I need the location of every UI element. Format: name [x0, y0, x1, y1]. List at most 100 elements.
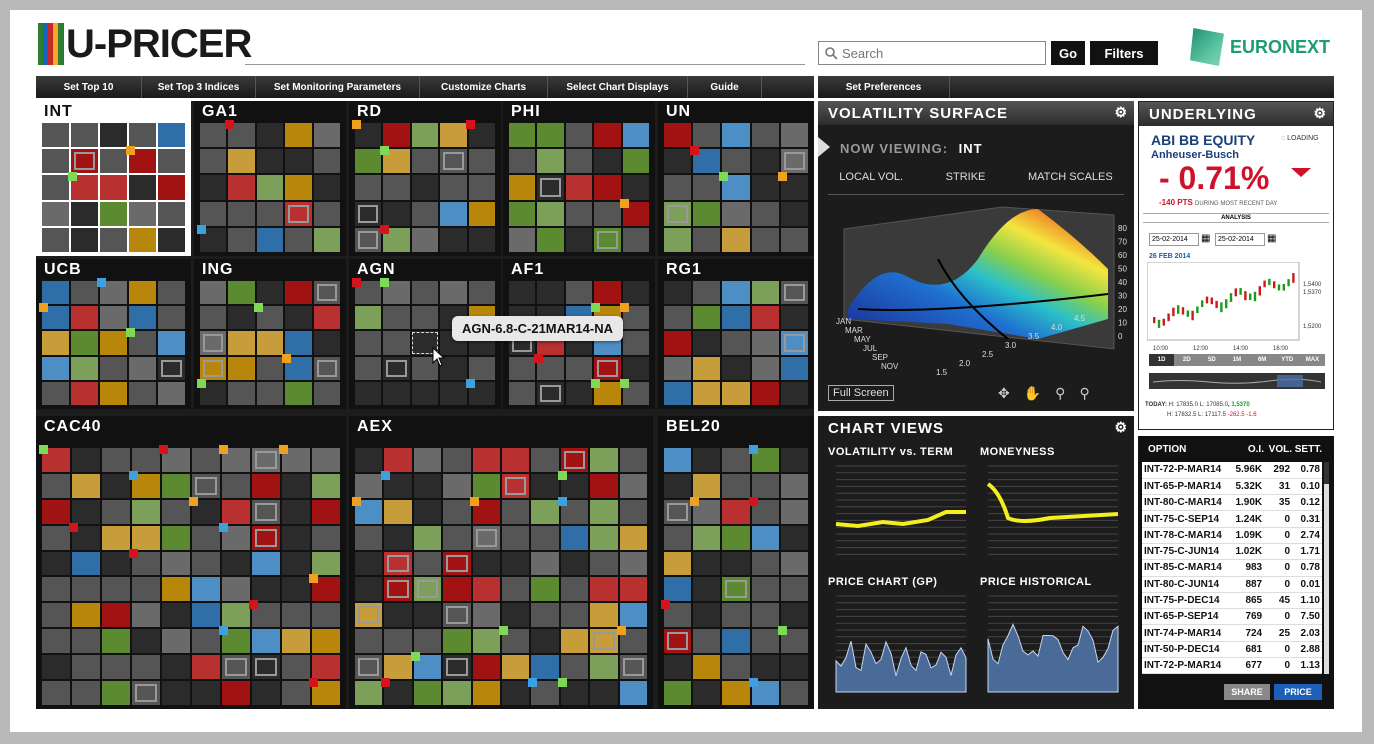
heatmap-cell[interactable] [664, 473, 692, 498]
heatmap-cell[interactable] [664, 629, 692, 654]
heatmap-cell[interactable] [560, 525, 589, 550]
heatmap-cell[interactable] [71, 123, 98, 148]
heatmap-cell[interactable] [102, 603, 130, 628]
heatmap-cell[interactable] [722, 356, 750, 380]
heatmap-cell[interactable] [71, 227, 98, 252]
heatmap-cell[interactable] [282, 629, 310, 654]
chart-view-2[interactable]: MONEYNESS [980, 446, 1124, 574]
heatmap-cell[interactable] [200, 201, 227, 226]
heatmap-cell[interactable] [102, 577, 130, 602]
heatmap-cell[interactable] [509, 381, 536, 405]
heatmap-cell[interactable] [664, 655, 692, 680]
heatmap-cell[interactable] [355, 473, 383, 498]
heatmap-cell[interactable] [252, 577, 280, 602]
heatmap-cell[interactable] [355, 149, 382, 174]
heatmap-cell[interactable] [383, 356, 410, 380]
heatmap-cell[interactable] [192, 551, 220, 576]
heatmap-cell[interactable] [501, 681, 530, 705]
heatmap-cell[interactable] [411, 201, 439, 226]
heatmap-cell[interactable] [780, 306, 808, 330]
sector-ing[interactable]: ING [194, 259, 346, 409]
heatmap-cell[interactable] [751, 381, 779, 405]
sector-phi[interactable]: PHI [503, 101, 655, 256]
analysis-tab[interactable]: ANALYSIS [1143, 213, 1329, 223]
menu-set-top-3-indices[interactable]: Set Top 3 Indices [142, 76, 256, 98]
heatmap-cell[interactable] [443, 448, 471, 472]
heatmap-cell[interactable] [565, 381, 593, 405]
heatmap-cell[interactable] [531, 577, 559, 602]
heatmap-cell[interactable] [619, 525, 647, 550]
heatmap-cell[interactable] [780, 655, 808, 680]
heatmap-cell[interactable] [222, 499, 250, 524]
heatmap-cell[interactable] [228, 175, 255, 200]
gear-icon[interactable]: ⚙ [1114, 104, 1128, 121]
heatmap-cell[interactable] [780, 149, 808, 174]
heatmap-cell[interactable] [132, 655, 160, 680]
filters-button[interactable]: Filters [1090, 41, 1158, 65]
heatmap-cell[interactable] [509, 201, 536, 226]
heatmap-cell[interactable] [664, 281, 692, 305]
sector-cac40[interactable]: CAC40 [36, 416, 346, 709]
heatmap-cell[interactable] [42, 551, 70, 576]
heatmap-cell[interactable] [722, 381, 750, 405]
heatmap-cell[interactable] [228, 306, 255, 330]
tab-match-scales[interactable]: MATCH SCALES [1028, 171, 1113, 195]
heatmap-cell[interactable] [537, 227, 564, 252]
heatmap-cell[interactable] [594, 281, 621, 305]
heatmap-cell[interactable] [594, 356, 621, 380]
heatmap-cell[interactable] [780, 331, 808, 355]
heatmap-cell[interactable] [693, 655, 721, 680]
heatmap-cell[interactable] [158, 331, 185, 355]
heatmap-cell[interactable] [252, 629, 280, 654]
scrollbar[interactable] [1324, 462, 1329, 674]
heatmap-cell[interactable] [693, 681, 721, 705]
heatmap-cell[interactable] [256, 331, 284, 355]
heatmap-cell[interactable] [619, 378, 649, 405]
heatmap-cell[interactable] [129, 470, 160, 498]
heatmap-cell[interactable] [197, 378, 227, 405]
heatmap-cell[interactable] [162, 655, 190, 680]
heatmap-cell[interactable] [693, 175, 721, 200]
heatmap-cell[interactable] [162, 525, 190, 550]
heatmap-cell[interactable] [531, 448, 559, 472]
heatmap-cell[interactable] [722, 629, 750, 654]
heatmap-cell[interactable] [780, 201, 808, 226]
heatmap-cell[interactable] [664, 123, 692, 148]
heatmap-cell[interactable] [443, 499, 471, 524]
heatmap-cell[interactable] [132, 448, 160, 472]
heatmap-cell[interactable] [384, 525, 412, 550]
heatmap-cell[interactable] [313, 201, 340, 226]
heatmap-cell[interactable] [413, 448, 442, 472]
heatmap-cell[interactable] [158, 175, 185, 200]
table-row[interactable]: INT-65-P-MAR14 5.32K 31 0.10 [1142, 478, 1322, 496]
table-row[interactable]: INT-80-C-MAR14 1.90K 35 0.12 [1142, 494, 1322, 512]
heatmap-cell[interactable] [465, 120, 495, 148]
heatmap-cell[interactable] [355, 201, 382, 226]
heatmap-cell[interactable] [751, 281, 779, 305]
heatmap-cell[interactable] [472, 473, 500, 498]
heatmap-cell[interactable] [619, 303, 649, 330]
heatmap-cell[interactable] [228, 201, 255, 226]
heatmap-cell[interactable] [413, 473, 442, 498]
heatmap-cell[interactable] [531, 499, 559, 524]
heatmap-cell[interactable] [100, 331, 127, 355]
heatmap-cell[interactable] [693, 227, 721, 252]
heatmap-cell[interactable] [42, 655, 70, 680]
heatmap-cell[interactable] [72, 629, 100, 654]
heatmap-cell[interactable] [622, 149, 649, 174]
heatmap-cell[interactable] [411, 175, 439, 200]
heatmap-cell[interactable] [192, 603, 220, 628]
start-date-input[interactable]: 25-02-2014 [1149, 233, 1199, 246]
heatmap-cell[interactable] [443, 525, 471, 550]
heatmap-cell[interactable] [158, 227, 185, 252]
heatmap-cell[interactable] [469, 496, 500, 524]
heatmap-cell[interactable] [531, 603, 559, 628]
rotate-icon[interactable]: ✥ [998, 385, 1010, 402]
heatmap-cell[interactable] [383, 331, 410, 355]
heatmap-cell[interactable] [693, 473, 721, 498]
heatmap-cell[interactable] [384, 577, 412, 602]
heatmap-cell[interactable] [72, 551, 100, 576]
heatmap-cell[interactable] [591, 378, 621, 405]
heatmap-cell[interactable] [590, 499, 618, 524]
heatmap-cell[interactable] [751, 306, 779, 330]
